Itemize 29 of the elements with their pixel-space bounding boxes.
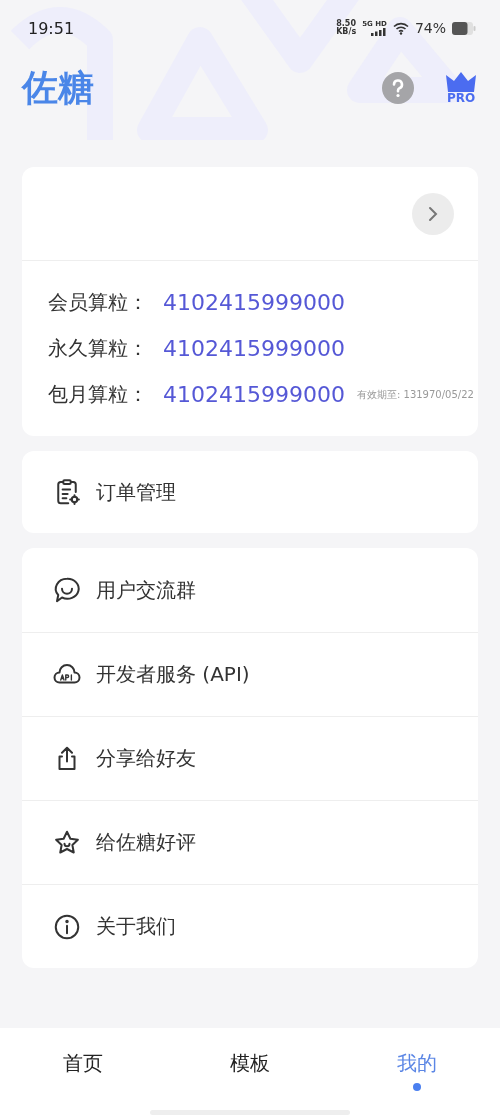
balance-value: 4102415999000 <box>163 290 345 315</box>
help-icon[interactable] <box>382 72 414 104</box>
menu-item[interactable]: 开发者服务 (API) <box>22 632 478 716</box>
menu-item[interactable]: 分享给好友 <box>22 716 478 800</box>
menu-item[interactable]: 给佐糖好评 <box>22 800 478 884</box>
menu-item[interactable]: 订单管理 <box>22 451 478 533</box>
wifi-icon <box>392 21 409 35</box>
pro-badge[interactable]: PRO <box>446 92 476 104</box>
menu-item[interactable]: 关于我们 <box>22 884 478 968</box>
nav-tab[interactable]: 模板 <box>166 1046 334 1104</box>
chevron-button[interactable] <box>412 192 454 235</box>
balance-value: 4102415999000 <box>163 382 345 407</box>
balance-label: 包月算粒： <box>48 381 149 408</box>
battery-icon <box>452 21 476 35</box>
nav-tab[interactable]: 我的 <box>333 1046 500 1104</box>
menu-item[interactable]: 用户交流群 <box>22 548 478 632</box>
signal-icon <box>370 27 387 36</box>
expiry-note: 有效期至: 131970/05/22 <box>356 387 474 402</box>
clock: 19:51 <box>28 18 75 38</box>
balance-label: 永久算粒： <box>48 335 149 362</box>
app-logo: 佐糖 <box>22 65 95 110</box>
network-speed: 8.50 KB/s <box>336 20 357 36</box>
balance-value: 4102415999000 <box>163 336 345 361</box>
chevron-icon <box>426 205 440 222</box>
crown-icon[interactable] <box>445 72 477 92</box>
battery-level: 74% <box>414 20 446 36</box>
nav-tab[interactable]: 首页 <box>0 1046 167 1104</box>
chat-bubble-icon <box>52 575 82 605</box>
balance-label: 会员算粒： <box>48 289 149 316</box>
